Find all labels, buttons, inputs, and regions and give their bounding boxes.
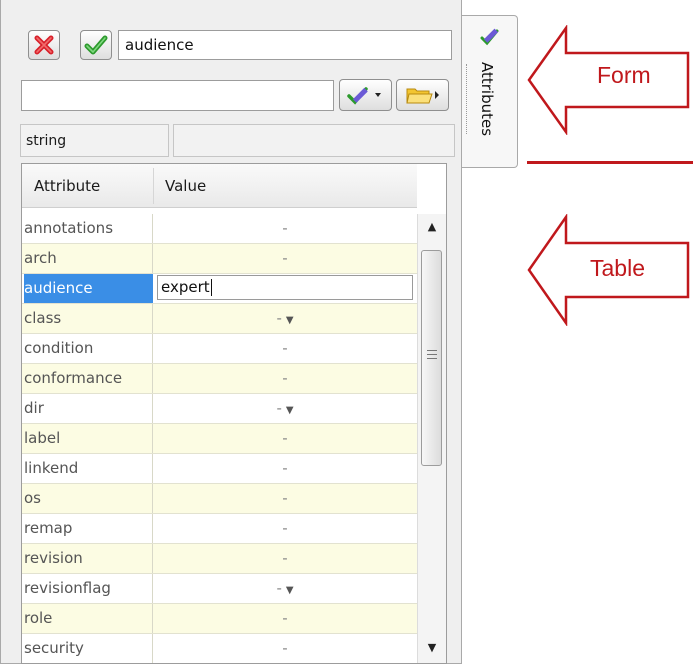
attribute-value-cell[interactable]: -	[153, 454, 417, 483]
value-text: -	[276, 579, 282, 597]
table-callout-label: Table	[590, 255, 645, 281]
table-header: Attribute Value	[22, 164, 417, 208]
table-row[interactable]: arch -	[22, 244, 417, 274]
attribute-value-cell[interactable]: -	[153, 634, 417, 663]
text-caret	[210, 279, 212, 296]
attribute-value-cell[interactable]: -	[153, 364, 417, 393]
inline-value-text: expert	[161, 278, 210, 296]
vertical-scrollbar[interactable]: ▲ ▼	[417, 214, 446, 663]
green-check-icon	[84, 35, 108, 55]
attribute-name-cell[interactable]: audience	[24, 274, 153, 303]
column-divider	[153, 168, 154, 204]
table-row[interactable]: dir - ▼	[22, 394, 417, 424]
attribute-value-cell[interactable]: -	[153, 514, 417, 543]
attribute-name-cell[interactable]: linkend	[24, 454, 153, 483]
attribute-name-cell[interactable]: conformance	[24, 364, 153, 393]
table-row[interactable]: os -	[22, 484, 417, 514]
attributes-table: Attribute Value annotations - arch - audienc…	[21, 163, 447, 664]
attribute-name-cell[interactable]: label	[24, 424, 153, 453]
attribute-value-cell[interactable]: -	[153, 424, 417, 453]
value-text: -	[276, 309, 282, 327]
value-text: -	[282, 219, 288, 237]
tab-label: Attributes	[478, 62, 496, 137]
value-text: -	[282, 639, 288, 657]
scroll-up-arrow-icon[interactable]: ▲	[418, 214, 446, 240]
inline-value-editor[interactable]: expert	[157, 275, 413, 300]
column-header-value[interactable]: Value	[165, 164, 206, 208]
tab-attributes[interactable]: Attributes	[462, 15, 518, 168]
red-x-icon	[34, 35, 54, 55]
table-row[interactable]: conformance -	[22, 364, 417, 394]
attribute-name-cell[interactable]: security	[24, 634, 153, 663]
attribute-name-cell[interactable]: dir	[24, 394, 153, 423]
dropdown-arrow-icon[interactable]: ▼	[286, 405, 294, 416]
attribute-name-cell[interactable]: class	[24, 304, 153, 333]
attributes-panel: string Attribute Value annotations - arch -…	[0, 0, 462, 664]
browse-button[interactable]	[396, 79, 449, 111]
attribute-value-cell[interactable]: -	[153, 244, 417, 273]
attribute-name-cell[interactable]: revisionflag	[24, 574, 153, 603]
attribute-value-cell[interactable]: expert	[153, 274, 417, 303]
table-row[interactable]: class - ▼	[22, 304, 417, 334]
value-text: -	[282, 249, 288, 267]
value-text: -	[276, 399, 282, 417]
edit-value-button[interactable]	[339, 79, 392, 111]
folder-arrow-icon	[405, 88, 439, 104]
table-row[interactable]: condition -	[22, 334, 417, 364]
table-row[interactable]: annotations -	[22, 214, 417, 244]
cancel-button[interactable]	[28, 30, 60, 60]
attribute-value-cell[interactable]: - ▼	[153, 394, 417, 423]
value-text: -	[282, 339, 288, 357]
callout-divider	[527, 161, 693, 164]
attribute-name-cell[interactable]: condition	[24, 334, 153, 363]
value-text: -	[282, 429, 288, 447]
attribute-name-cell[interactable]: arch	[24, 244, 153, 273]
tab-grip	[466, 64, 468, 134]
value-text: -	[282, 369, 288, 387]
dropdown-arrow-icon[interactable]: ▼	[286, 315, 294, 326]
attribute-name-cell[interactable]: revision	[24, 544, 153, 573]
grip-icon	[427, 350, 437, 362]
column-header-attribute[interactable]: Attribute	[34, 164, 100, 208]
form-callout-label: Form	[597, 62, 651, 88]
attribute-value-cell[interactable]: -	[153, 484, 417, 513]
table-row[interactable]: revision -	[22, 544, 417, 574]
attribute-value-cell[interactable]: -	[153, 604, 417, 633]
value-text: -	[282, 519, 288, 537]
attribute-name-cell[interactable]: os	[24, 484, 153, 513]
attribute-name-cell[interactable]: annotations	[24, 214, 153, 243]
attribute-value-input[interactable]	[21, 80, 334, 111]
attribute-value-cell[interactable]: - ▼	[153, 574, 417, 603]
dropdown-arrow-icon[interactable]: ▼	[286, 585, 294, 596]
scrollbar-thumb[interactable]	[421, 250, 442, 466]
table-row[interactable]: label -	[22, 424, 417, 454]
value-text: -	[282, 609, 288, 627]
attribute-value-cell[interactable]: - ▼	[153, 304, 417, 333]
pencil-check-dropdown-icon	[346, 87, 381, 105]
table-row[interactable]: revisionflag - ▼	[22, 574, 417, 604]
table-row[interactable]: role -	[22, 604, 417, 634]
attribute-name-cell[interactable]: remap	[24, 514, 153, 543]
attribute-type-detail	[173, 124, 455, 157]
attributes-pencil-icon	[480, 28, 499, 46]
attribute-name-input[interactable]	[118, 30, 452, 60]
table-body: annotations - arch - audience expert class - ▼ co…	[22, 214, 417, 663]
attribute-value-cell[interactable]: -	[153, 334, 417, 363]
attribute-name-cell[interactable]: role	[24, 604, 153, 633]
table-row[interactable]: security -	[22, 634, 417, 663]
value-text: -	[282, 489, 288, 507]
attribute-type-label: string	[20, 124, 169, 157]
accept-button[interactable]	[80, 30, 112, 60]
scroll-down-arrow-icon[interactable]: ▼	[418, 635, 446, 661]
table-row[interactable]: remap -	[22, 514, 417, 544]
value-text: -	[282, 459, 288, 477]
value-text: -	[282, 549, 288, 567]
attribute-value-cell[interactable]: -	[153, 214, 417, 243]
table-row[interactable]: linkend -	[22, 454, 417, 484]
table-row[interactable]: audience expert	[22, 274, 417, 304]
attribute-value-cell[interactable]: -	[153, 544, 417, 573]
